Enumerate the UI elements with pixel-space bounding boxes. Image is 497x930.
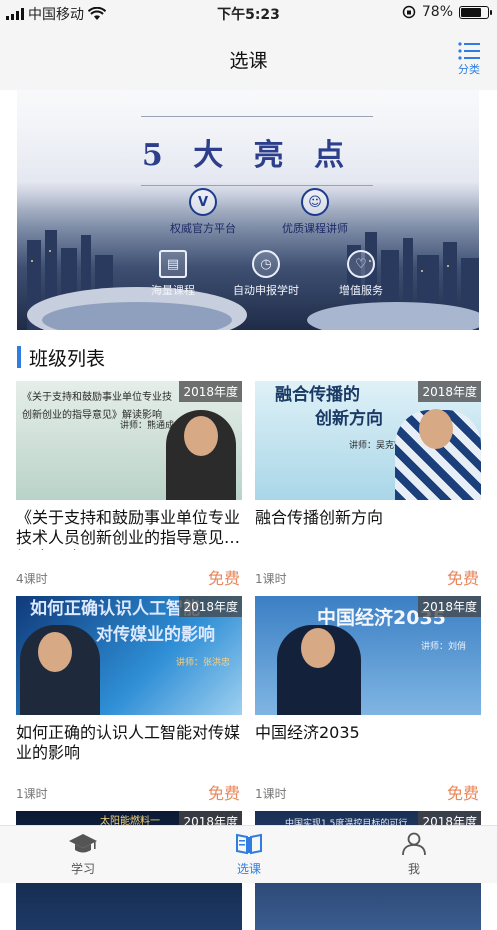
course-title: 如何正确的认识人工智能对传媒业的影响	[16, 723, 241, 762]
course-thumbnail: 如何正确认识人工智能 对传媒业的影响 讲师：张洪忠 2018年度	[16, 596, 242, 715]
course-title: 融合传播创新方向	[255, 508, 384, 527]
tab-course-selection[interactable]: 选课	[209, 832, 289, 877]
feature-label: 自动申报学时	[233, 284, 299, 297]
feature-label: 权威官方平台	[170, 222, 236, 235]
course-thumbnail: 融合传播的 创新方向 讲师：吴克宇 2018年度	[255, 381, 481, 500]
rotation-lock-icon	[402, 5, 416, 19]
banner-feature-auto-report: ◷ 自动申报学时	[233, 250, 299, 298]
lecturer-head	[419, 409, 453, 449]
status-right: 78%	[402, 4, 492, 20]
clock-icon: ◷	[252, 250, 280, 278]
thumb-teacher: 讲师：刘俏	[421, 642, 467, 652]
feature-label: 优质课程讲师	[282, 222, 348, 235]
price-label: 免费	[446, 784, 479, 803]
lesson-count: 1课时	[255, 787, 287, 801]
year-badge: 2018年度	[179, 381, 242, 402]
open-book-icon	[236, 833, 262, 855]
book-icon: ▤	[159, 250, 187, 278]
lesson-count: 4课时	[16, 572, 48, 586]
thumb-teacher: 讲师：熊通成	[120, 421, 175, 431]
tab-study[interactable]: 学习	[43, 832, 123, 877]
tab-label: 学习	[70, 862, 95, 876]
list-icon	[458, 42, 480, 60]
status-bar: 中国移动 下午5:23 78%	[0, 0, 497, 26]
category-label: 分类	[458, 63, 480, 76]
battery-level	[461, 7, 482, 17]
battery-percent: 78%	[421, 4, 453, 20]
course-card[interactable]: 《关于支持和鼓励事业单位专业技 创新创业的指导意见》解读影响 讲师：熊通成 201…	[16, 381, 242, 588]
course-card[interactable]: 融合传播的 创新方向 讲师：吴克宇 2018年度 融合传播创新方向 1课时 免费	[255, 381, 481, 588]
year-badge: 2018年度	[179, 596, 242, 617]
feature-label: 增值服务	[339, 284, 383, 297]
course-title: 中国经济2035	[255, 723, 360, 742]
person-icon	[402, 832, 426, 856]
course-meta: 1课时 免费	[16, 780, 242, 803]
checkmark-v-icon: V	[189, 188, 217, 216]
year-badge: 2018年度	[418, 596, 481, 617]
course-card[interactable]: 如何正确认识人工智能 对传媒业的影响 讲师：张洪忠 2018年度 如何正确的认识人…	[16, 596, 242, 803]
navigation-bar: 选课 分类	[0, 26, 497, 90]
banner-feature-services: ♡ 增值服务	[339, 250, 383, 298]
price-label: 免费	[207, 569, 240, 588]
course-card[interactable]: 中国经济2035 讲师：刘俏 2018年度 中国经济2035 1课时 免费	[255, 596, 481, 803]
course-meta: 4课时 免费	[16, 565, 242, 588]
tab-label: 选课	[236, 862, 261, 876]
lecturer-head	[38, 632, 72, 672]
course-thumbnail: 《关于支持和鼓励事业单位专业技 创新创业的指导意见》解读影响 讲师：熊通成 201…	[16, 381, 242, 500]
tab-me[interactable]: 我	[374, 832, 454, 877]
price-label: 免费	[207, 784, 240, 803]
battery-icon	[459, 5, 492, 19]
graduation-cap-icon	[69, 834, 97, 853]
lecturer-head	[184, 416, 218, 456]
page-title: 选课	[229, 50, 268, 72]
banner-feature-courses: ▤ 海量课程	[151, 250, 195, 298]
year-badge: 2018年度	[418, 381, 481, 402]
lesson-count: 1课时	[255, 572, 287, 586]
lesson-count: 1课时	[16, 787, 48, 801]
course-meta: 1课时 免费	[255, 565, 481, 588]
thumb-caption: 融合传播的 创新方向	[275, 385, 383, 429]
lecturer-head	[301, 628, 335, 668]
thumb-teacher: 讲师：张洪忠	[176, 658, 231, 668]
category-button[interactable]: 分类	[455, 42, 483, 77]
feature-label: 海量课程	[151, 284, 195, 297]
tab-label: 我	[407, 862, 420, 876]
course-thumbnail: 中国经济2035 讲师：刘俏 2018年度	[255, 596, 481, 715]
teacher-icon: ☺	[301, 188, 329, 216]
course-meta: 1课时 免费	[255, 780, 481, 803]
banner-headline: 5 大 亮 点	[141, 138, 355, 173]
section-title: 班级列表	[17, 345, 105, 370]
tab-bar: 学习 选课 我	[0, 825, 497, 883]
banner-feature-teachers: ☺ 优质课程讲师	[282, 188, 348, 236]
heart-icon: ♡	[347, 250, 375, 278]
promo-banner[interactable]: 5 大 亮 点 V 权威官方平台 ☺ 优质课程讲师 ▤ 海量课程 ◷ 自动申报学…	[17, 90, 479, 330]
course-title: 《关于支持和鼓励事业单位专业技术人员创新创业的指导意见》解读影响	[16, 508, 241, 550]
price-label: 免费	[446, 569, 479, 588]
banner-feature-authority: V 权威官方平台	[170, 188, 236, 236]
